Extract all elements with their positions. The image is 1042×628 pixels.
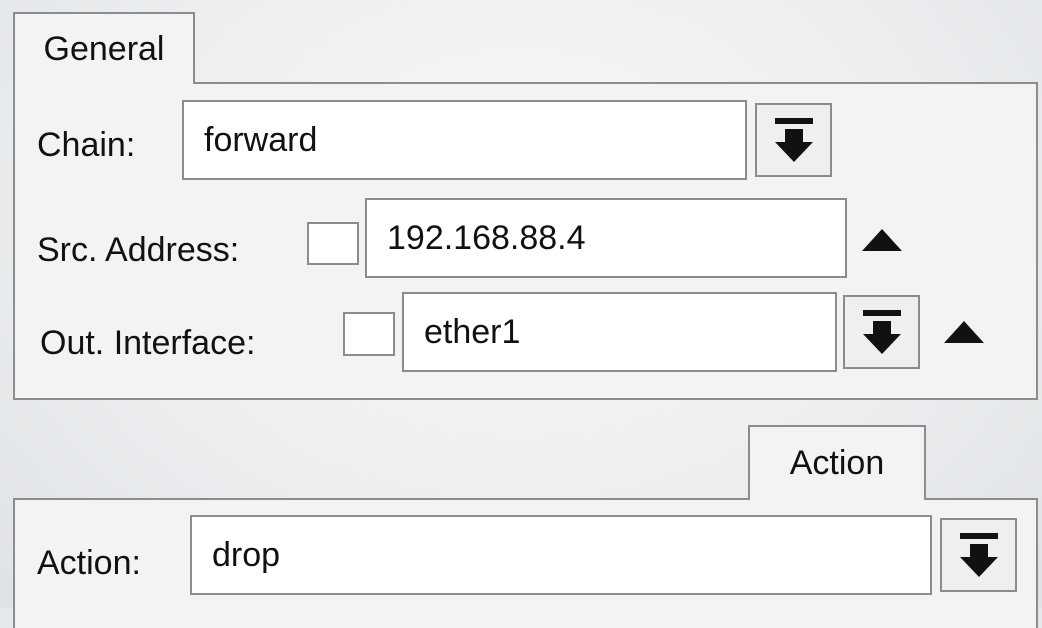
src-address-label: Src. Address: (37, 231, 240, 269)
tab-general-label: General (43, 29, 165, 68)
tab-general-joint (15, 80, 193, 86)
collapse-triangle-icon (862, 229, 902, 251)
collapse-triangle-icon (944, 321, 984, 343)
tab-action-label: Action (789, 444, 885, 482)
src-address-negate-checkbox[interactable] (307, 222, 359, 265)
dropdown-arrow-icon (862, 310, 901, 354)
out-interface-negate-checkbox[interactable] (343, 312, 395, 356)
dropdown-arrow-icon (959, 533, 998, 577)
tab-action-joint (750, 496, 924, 502)
chain-field[interactable]: forward (182, 100, 747, 180)
src-address-field[interactable]: 192.168.88.4 (365, 198, 847, 278)
out-interface-collapse-button[interactable] (940, 314, 988, 350)
tab-action[interactable]: Action (748, 425, 926, 500)
out-interface-label: Out. Interface: (40, 324, 256, 362)
chain-label: Chain: (37, 126, 136, 164)
tab-general[interactable]: General (13, 12, 195, 84)
out-interface-field[interactable]: ether1 (402, 292, 837, 372)
action-dropdown-button[interactable] (940, 518, 1017, 592)
src-address-collapse-button[interactable] (858, 222, 906, 258)
out-interface-dropdown-button[interactable] (843, 295, 920, 369)
dropdown-arrow-icon (774, 118, 813, 162)
chain-dropdown-button[interactable] (755, 103, 832, 177)
action-label: Action: (37, 544, 141, 582)
action-field[interactable]: drop (190, 515, 932, 595)
